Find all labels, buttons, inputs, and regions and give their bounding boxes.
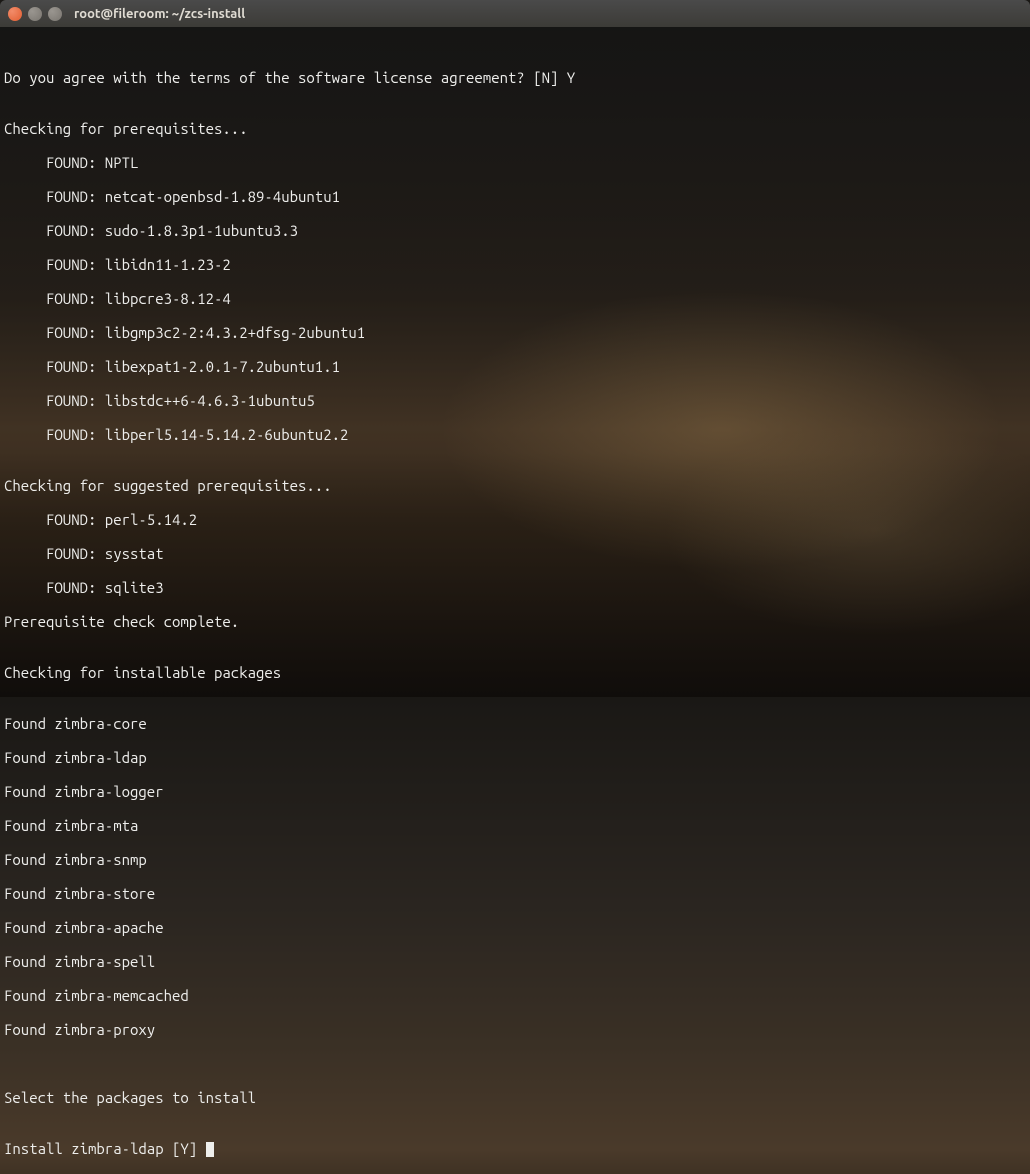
terminal-line: FOUND: perl-5.14.2 — [4, 511, 1026, 528]
terminal-line: Found zimbra-store — [4, 885, 1026, 902]
terminal-line: FOUND: libidn11-1.23-2 — [4, 256, 1026, 273]
terminal-line: Found zimbra-memcached — [4, 987, 1026, 1004]
window-title: root@fileroom: ~/zcs-install — [74, 7, 245, 21]
terminal-line: Found zimbra-apache — [4, 919, 1026, 936]
terminal-line: Select the packages to install — [4, 1089, 1026, 1106]
terminal-line: FOUND: libexpat1-2.0.1-7.2ubuntu1.1 — [4, 358, 1026, 375]
terminal-line: Found zimbra-ldap — [4, 749, 1026, 766]
terminal-line: FOUND: sysstat — [4, 545, 1026, 562]
close-icon[interactable] — [8, 7, 22, 21]
terminal-line: Checking for installable packages — [4, 664, 1026, 681]
terminal-prompt[interactable]: Install zimbra-ldap [Y] — [4, 1140, 1026, 1157]
terminal-line: FOUND: libgmp3c2-2:4.3.2+dfsg-2ubuntu1 — [4, 324, 1026, 341]
terminal-line: Found zimbra-spell — [4, 953, 1026, 970]
install-prompt-text: Install zimbra-ldap [Y] — [4, 1140, 206, 1157]
terminal-line: Found zimbra-core — [4, 715, 1026, 732]
maximize-icon[interactable] — [48, 7, 62, 21]
terminal-line: FOUND: libpcre3-8.12-4 — [4, 290, 1026, 307]
terminal-line: FOUND: sqlite3 — [4, 579, 1026, 596]
terminal-line: FOUND: libstdc++6-4.6.3-1ubuntu5 — [4, 392, 1026, 409]
terminal-line: FOUND: libperl5.14-5.14.2-6ubuntu2.2 — [4, 426, 1026, 443]
window-buttons — [8, 7, 62, 21]
terminal-line: Found zimbra-snmp — [4, 851, 1026, 868]
terminal-line: Found zimbra-mta — [4, 817, 1026, 834]
window-titlebar: root@fileroom: ~/zcs-install — [0, 0, 1030, 27]
cursor-icon — [206, 1142, 214, 1157]
terminal-line: Found zimbra-proxy — [4, 1021, 1026, 1038]
terminal-line: FOUND: sudo-1.8.3p1-1ubuntu3.3 — [4, 222, 1026, 239]
terminal-line: Found zimbra-logger — [4, 783, 1026, 800]
terminal-line: Checking for prerequisites... — [4, 120, 1026, 137]
minimize-icon[interactable] — [28, 7, 42, 21]
terminal-line: Do you agree with the terms of the softw… — [4, 69, 1026, 86]
terminal-line: FOUND: netcat-openbsd-1.89-4ubuntu1 — [4, 188, 1026, 205]
terminal-line: Checking for suggested prerequisites... — [4, 477, 1026, 494]
terminal-output[interactable]: Do you agree with the terms of the softw… — [0, 27, 1030, 1174]
terminal-line: FOUND: NPTL — [4, 154, 1026, 171]
terminal-line: Prerequisite check complete. — [4, 613, 1026, 630]
